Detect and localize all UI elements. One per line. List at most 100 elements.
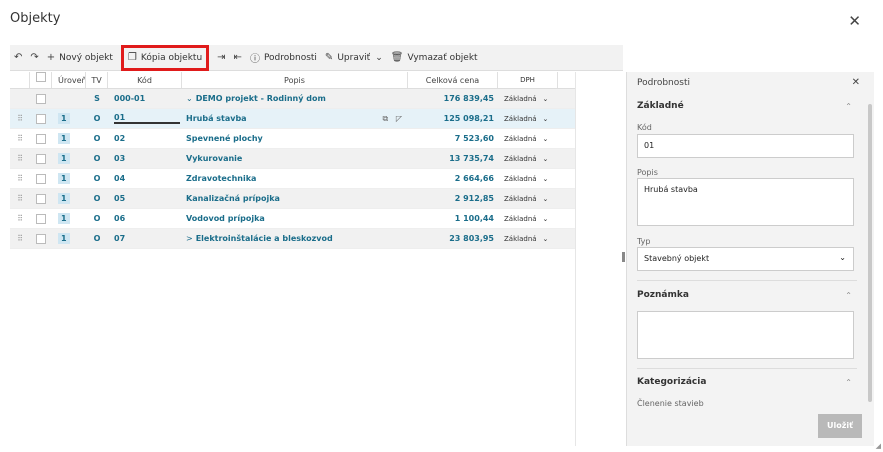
table-row[interactable]: ⠿ 1 O 06 Vodovod prípojka 1 100,44 Základná ⌄: [10, 209, 575, 229]
dph-value: Základná: [504, 174, 537, 183]
drag-handle-icon[interactable]: ⠿: [10, 134, 30, 143]
dph-value: Základná: [504, 234, 537, 243]
dph-select[interactable]: Základná ⌄: [498, 135, 558, 143]
drag-handle-icon[interactable]: ⠿: [10, 114, 30, 123]
table-row[interactable]: ⠿ 1 O 04 Zdravotechnika 2 664,66 Základná ⌄: [10, 169, 575, 189]
new-object-button[interactable]: + Nový objekt: [43, 47, 117, 69]
header-kod[interactable]: Kód: [108, 72, 182, 88]
header-cena[interactable]: Celková cena: [408, 72, 498, 88]
header-dph[interactable]: DPH: [498, 72, 558, 88]
drag-handle-icon[interactable]: ⠿: [10, 214, 30, 223]
details-button[interactable]: ⓘ Podrobnosti: [246, 47, 321, 69]
kod-cell[interactable]: 000-01: [108, 94, 182, 103]
table-row[interactable]: ⠿ 1 O 03 Vykurovanie 13 735,74 Základná ⌄: [10, 149, 575, 169]
popis-cell[interactable]: ⌄ DEMO projekt - Rodinný dom: [182, 94, 408, 103]
header-tv[interactable]: TV: [86, 72, 108, 88]
close-icon[interactable]: ✕: [848, 12, 861, 30]
open-external-icon[interactable]: ⧉ ◸: [383, 114, 403, 123]
popis-cell[interactable]: Kanalizačná prípojka: [182, 194, 408, 203]
drag-handle-icon[interactable]: ⠿: [10, 194, 30, 203]
kod-cell[interactable]: 02: [108, 134, 182, 143]
chevron-up-icon[interactable]: ⌃: [845, 102, 852, 111]
dph-select[interactable]: Základná ⌄: [498, 155, 558, 163]
popis-text: Kanalizačná prípojka: [186, 194, 280, 203]
popis-cell[interactable]: Spevnené plochy: [182, 134, 408, 143]
row-checkbox[interactable]: [36, 93, 46, 104]
row-checkbox[interactable]: [36, 193, 46, 204]
undo-button[interactable]: ↶: [10, 47, 26, 69]
typ-select[interactable]: Stavebný objekt ⌄: [637, 247, 854, 271]
cena-cell: 2 912,85: [454, 194, 494, 203]
resize-handle[interactable]: ◢: [876, 442, 881, 450]
kod-cell[interactable]: 05: [108, 194, 182, 203]
chevron-up-icon[interactable]: ⌃: [845, 291, 852, 300]
row-checkbox[interactable]: [36, 233, 46, 244]
dph-value: Základná: [504, 214, 537, 223]
redo-button[interactable]: ↷: [26, 47, 42, 69]
dph-select[interactable]: Základná ⌄: [498, 215, 558, 223]
kod-cell[interactable]: 03: [108, 154, 182, 163]
chevron-up-icon[interactable]: ⌃: [845, 378, 852, 387]
table-row[interactable]: ⠿ 1 O 05 Kanalizačná prípojka 2 912,85 Základn…: [10, 189, 575, 209]
panel-close-icon[interactable]: ✕: [852, 77, 860, 88]
expand-caret-icon[interactable]: >: [186, 234, 193, 243]
cena-cell: 176 839,45: [443, 94, 494, 103]
dph-select[interactable]: Základná ⌄: [498, 235, 558, 243]
popis-cell[interactable]: Hrubá stavba ⧉ ◸: [182, 114, 408, 123]
outdent-button[interactable]: ⇤: [230, 47, 246, 69]
kod-cell-text: 03: [114, 154, 126, 163]
kod-cell-text: 02: [114, 134, 126, 143]
drag-handle-icon[interactable]: ⠿: [10, 234, 30, 243]
undo-icon: ↶: [14, 52, 23, 63]
drag-handle-icon[interactable]: ⠿: [10, 154, 30, 163]
drag-handle-icon[interactable]: ⠿: [10, 174, 30, 183]
table-row[interactable]: S 000-01 ⌄ DEMO projekt - Rodinný dom 176 83…: [10, 89, 575, 109]
edit-button[interactable]: ✎ Upraviť ⌄: [321, 47, 387, 69]
row-checkbox[interactable]: [36, 153, 46, 164]
popis-cell[interactable]: > Elektroinštalácie a bleskozvod: [182, 234, 408, 243]
popis-cell[interactable]: Zdravotechnika: [182, 174, 408, 183]
header-popis[interactable]: Popis: [182, 72, 408, 88]
select-all-checkbox[interactable]: [35, 72, 46, 82]
row-checkbox-cell: [30, 173, 52, 184]
header-level[interactable]: Úroveň: [52, 72, 86, 88]
save-button[interactable]: Uložiť: [818, 414, 862, 438]
row-checkbox[interactable]: [36, 173, 46, 184]
section-basic-title[interactable]: Základné: [637, 101, 684, 111]
row-checkbox-cell: [30, 193, 52, 204]
popis-cell[interactable]: Vodovod prípojka: [182, 214, 408, 223]
section-category-title[interactable]: Kategorizácia: [637, 377, 706, 387]
level-badge: 1: [58, 173, 70, 184]
kod-field[interactable]: 01: [637, 134, 854, 158]
indent-button[interactable]: ⇥: [213, 47, 229, 69]
delete-object-button[interactable]: 🗑 Vymazať objekt: [387, 47, 482, 69]
panel-scrollbar[interactable]: [868, 104, 872, 402]
dph-select[interactable]: Základná ⌄: [498, 175, 558, 183]
clenenie-label: Členenie stavieb: [637, 399, 704, 408]
table-row[interactable]: ⠿ 1 O 02 Spevnené plochy 7 523,60 Základná ⌄: [10, 129, 575, 149]
kod-cell[interactable]: 06: [108, 214, 182, 223]
dph-select[interactable]: Základná ⌄: [498, 115, 558, 123]
popis-label: Popis: [637, 168, 658, 177]
dph-select[interactable]: Základná ⌄: [498, 195, 558, 203]
kod-cell[interactable]: 04: [108, 174, 182, 183]
panel-splitter[interactable]: [622, 252, 625, 262]
dph-value: Základná: [504, 154, 537, 163]
kod-cell-editor[interactable]: 01: [114, 113, 180, 124]
kod-cell[interactable]: 01: [108, 113, 182, 124]
popis-field[interactable]: Hrubá stavba: [637, 178, 854, 226]
table-row[interactable]: ⠿ 1 O 07 > Elektroinštalácie a bleskozvod 23 8…: [10, 229, 575, 249]
note-field[interactable]: [637, 311, 854, 359]
popis-cell[interactable]: Vykurovanie: [182, 154, 408, 163]
level-cell: 1: [52, 233, 86, 244]
level-cell: 1: [52, 133, 86, 144]
copy-object-button[interactable]: ❐ Kópia objektu: [120, 44, 210, 71]
table-row[interactable]: ⠿ 1 O 01 Hrubá stavba ⧉ ◸ 125 098,21 Základná ⌄: [10, 109, 575, 129]
kod-cell[interactable]: 07: [108, 234, 182, 243]
dph-select[interactable]: Základná ⌄: [498, 95, 558, 103]
section-note-title[interactable]: Poznámka: [637, 290, 689, 300]
row-checkbox[interactable]: [36, 133, 46, 144]
row-checkbox[interactable]: [36, 113, 46, 124]
row-checkbox[interactable]: [36, 213, 46, 224]
expand-caret-icon[interactable]: ⌄: [186, 94, 193, 103]
